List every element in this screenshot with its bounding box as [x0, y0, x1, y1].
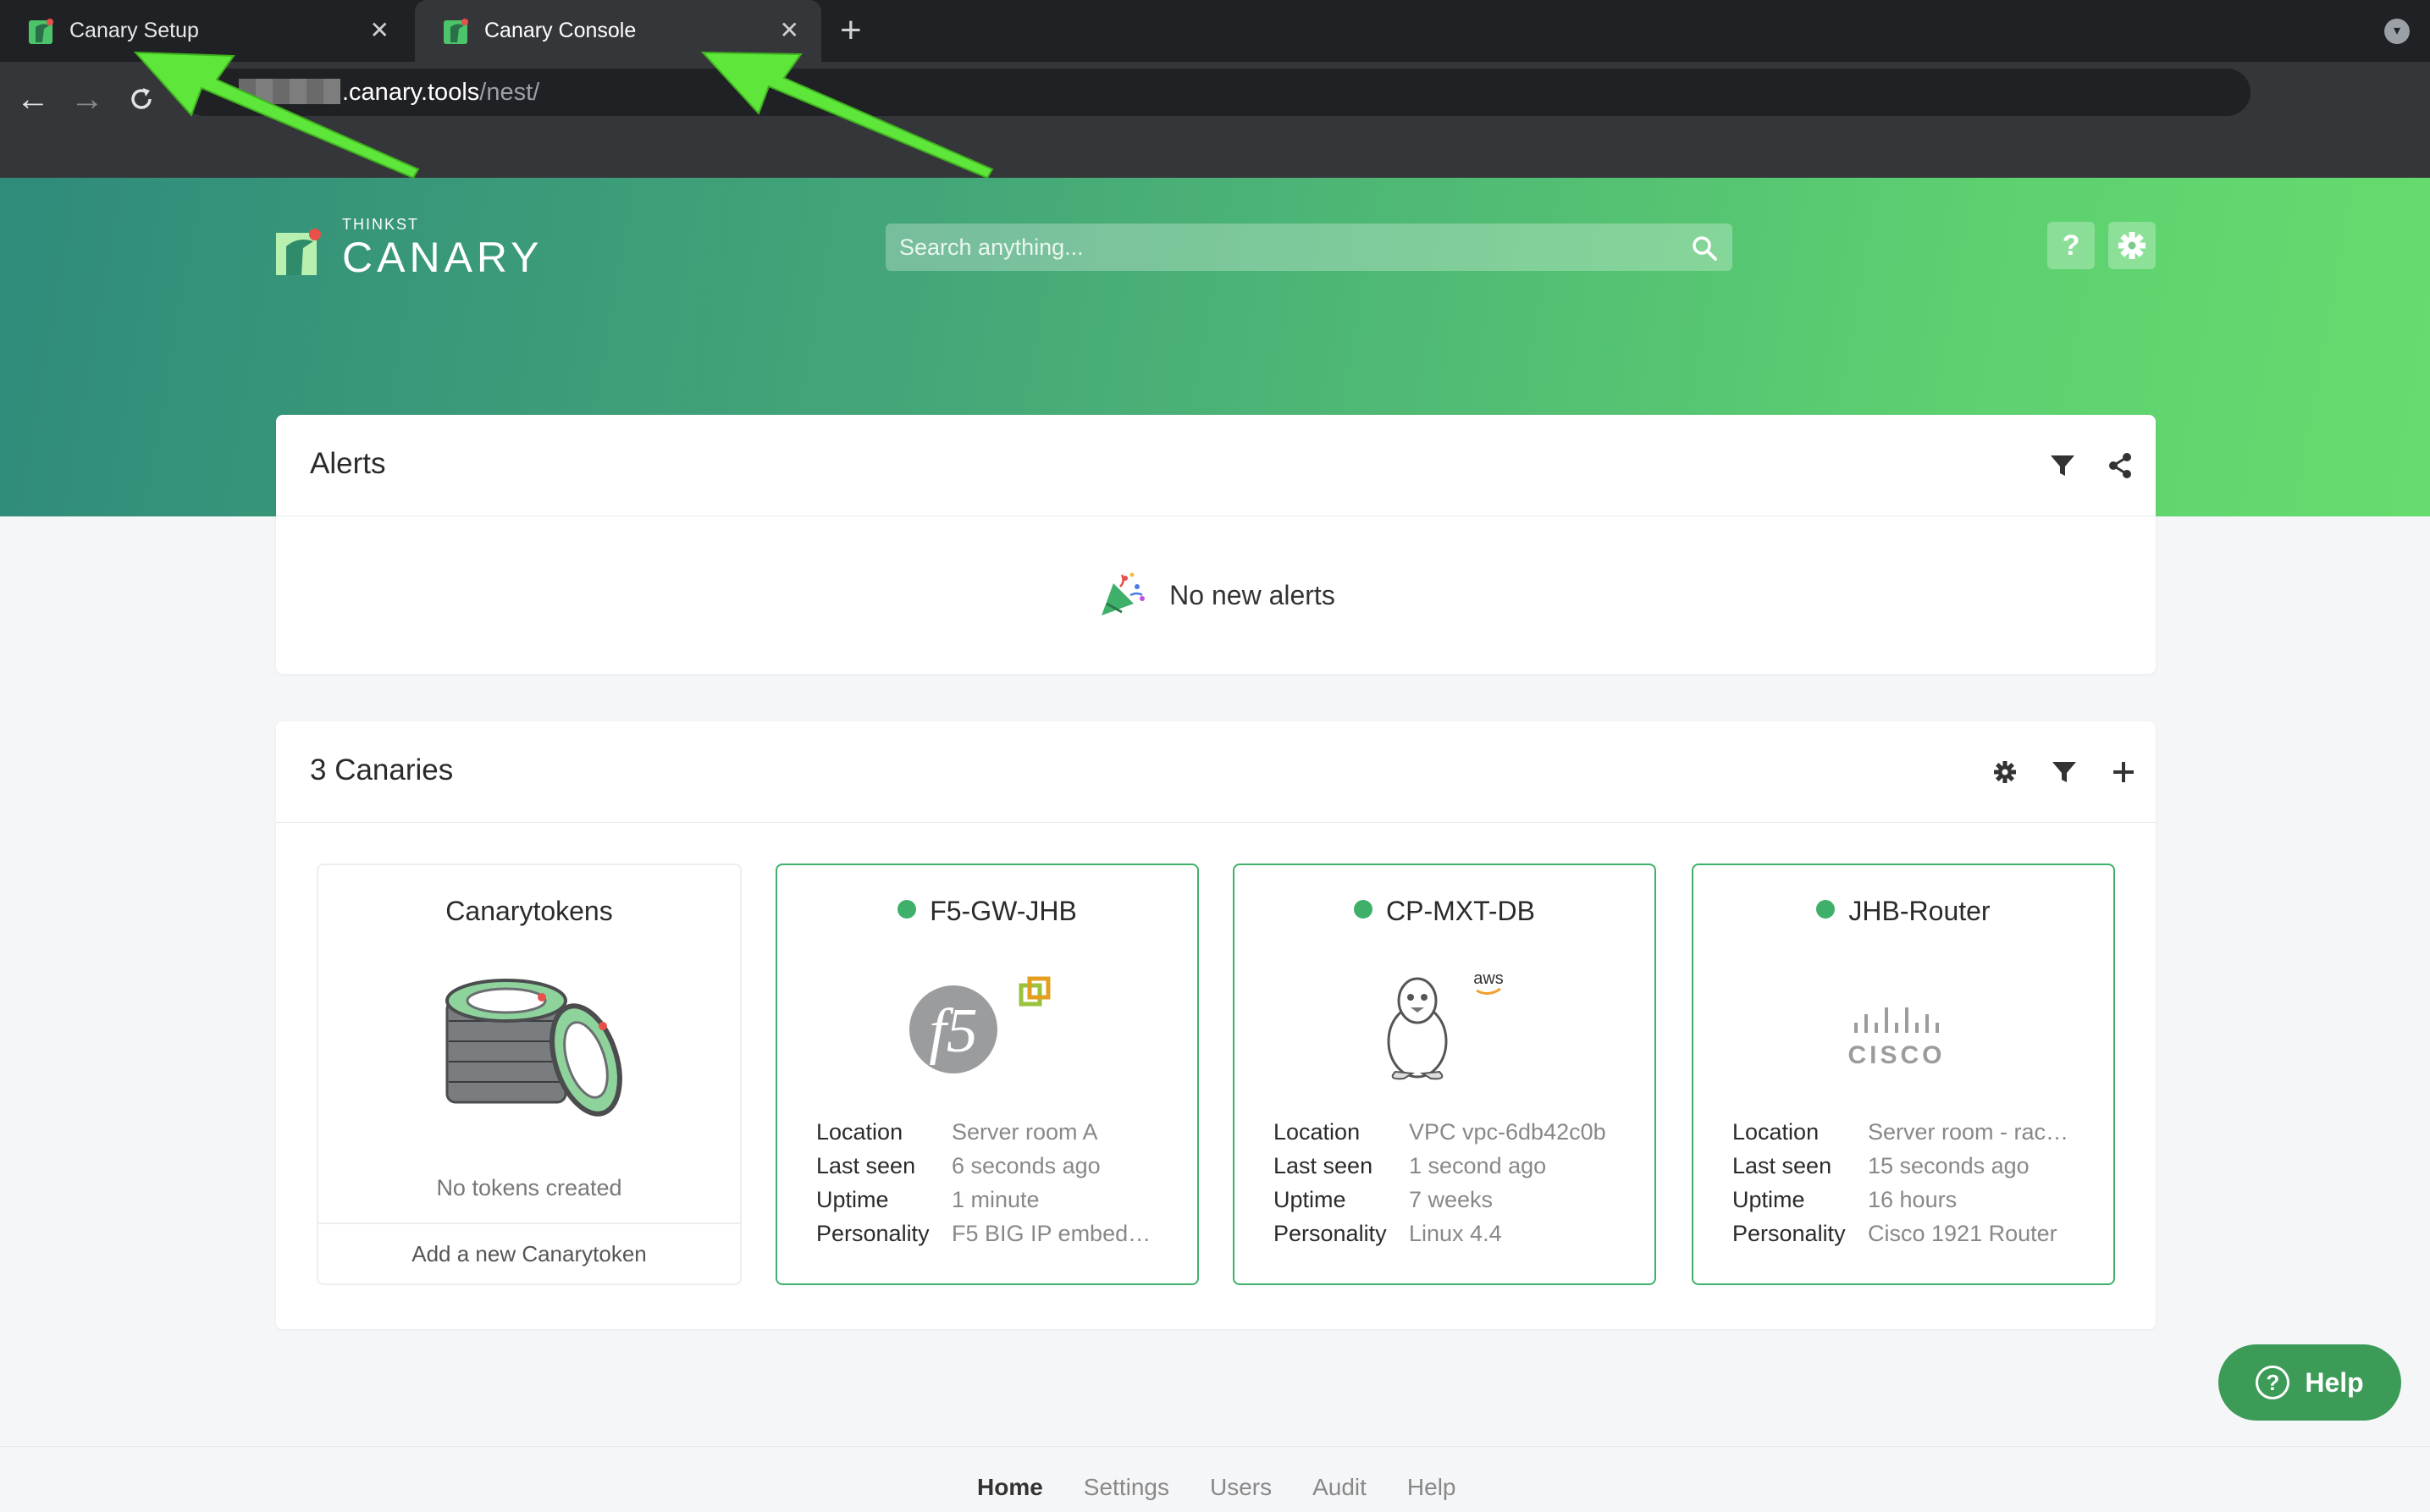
status-dot-icon [897, 900, 917, 919]
footer-link-settings[interactable]: Settings [1084, 1474, 1169, 1501]
f5-logo-icon: f5 [904, 963, 1074, 1082]
help-button[interactable]: ? Help [2218, 1344, 2401, 1421]
share-icon[interactable] [2103, 449, 2137, 483]
device-name: JHB-Router [1693, 896, 2113, 927]
tab-close-icon[interactable]: ✕ [370, 17, 389, 44]
footer-link-help[interactable]: Help [1407, 1474, 1456, 1501]
canaries-title: 3 Canaries [310, 753, 454, 786]
tab-close-icon[interactable]: ✕ [780, 17, 799, 44]
new-tab-plus-icon[interactable]: + [840, 12, 862, 49]
status-dot-icon [1354, 900, 1372, 919]
add-canary-plus-icon[interactable] [2107, 755, 2140, 789]
help-question-button[interactable]: ? [2047, 222, 2095, 269]
last-seen-row: Last seen 6 seconds ago [816, 1153, 1101, 1178]
footer-nav: Home Settings Users Audit Help [977, 1474, 1456, 1501]
canary-logo-mark-icon [276, 228, 322, 275]
uptime-row: Uptime 16 hours [1732, 1187, 1958, 1212]
footer-link-users[interactable]: Users [1210, 1474, 1272, 1501]
question-circle-icon: ? [2256, 1366, 2290, 1399]
settings-gear-button[interactable] [2108, 222, 2156, 269]
search-icon[interactable] [1692, 235, 1717, 261]
no-alerts-text: No new alerts [1169, 579, 1335, 610]
tab-canary-setup[interactable]: Canary Setup ✕ [0, 0, 411, 62]
reload-icon[interactable] [120, 74, 163, 128]
device-card-f5-gw-jhb[interactable]: F5-GW-JHB f5 Location Server room A Last … [776, 864, 1199, 1285]
location-row: Location VPC vpc-6db42c0b [1273, 1119, 1606, 1145]
logo-big-text: CANARY [342, 234, 544, 281]
alerts-panel: Alerts No new alerts [276, 415, 2156, 674]
personality-row: Personality F5 BIG IP embed… [816, 1221, 1151, 1246]
canarytokens-tile[interactable]: Canarytokens No tokens created Add a new… [317, 864, 742, 1285]
uptime-row: Uptime 1 minute [816, 1187, 1040, 1212]
gear-icon[interactable] [1988, 755, 2022, 789]
svg-text:aws: aws [1473, 969, 1504, 988]
tab-canary-console[interactable]: Canary Console ✕ [415, 0, 821, 62]
alerts-header: Alerts [276, 415, 2156, 516]
canaries-header: 3 Canaries [276, 721, 2156, 823]
address-bar[interactable]: .canary.tools/nest/ [181, 69, 2251, 116]
last-seen-row: Last seen 15 seconds ago [1732, 1153, 2030, 1178]
canary-favicon-icon [27, 17, 56, 46]
device-name: F5-GW-JHB [777, 896, 1197, 927]
logo-small-text: THINKST [342, 216, 420, 233]
cisco-logo-icon: CISCO [1820, 963, 1990, 1082]
search-input[interactable] [886, 223, 1732, 271]
no-alerts-message: No new alerts [276, 516, 2156, 674]
filter-icon[interactable] [2046, 449, 2079, 483]
personality-row: Personality Linux 4.4 [1273, 1221, 1502, 1246]
location-row: Location Server room - rac… [1732, 1119, 2069, 1145]
browser-tab-bar: Canary Setup ✕ Canary Console ✕ + ▾ [0, 0, 2430, 62]
canary-favicon-icon [442, 17, 471, 46]
question-icon: ? [2062, 229, 2080, 262]
tab-title: Canary Setup [69, 19, 199, 42]
last-seen-row: Last seen 1 second ago [1273, 1153, 1547, 1178]
device-name: CP-MXT-DB [1234, 896, 1654, 927]
forward-arrow-icon[interactable]: → [66, 74, 108, 124]
filter-icon[interactable] [2047, 755, 2081, 789]
alerts-title: Alerts [310, 447, 386, 480]
uptime-row: Uptime 7 weeks [1273, 1187, 1494, 1212]
canarytokens-title: Canarytokens [445, 896, 613, 926]
footer-link-home[interactable]: Home [977, 1474, 1043, 1501]
tab-search-chevron-down-icon[interactable]: ▾ [2384, 19, 2410, 44]
footer: Home Settings Users Audit Help [0, 1446, 2430, 1512]
help-button-label: Help [2305, 1366, 2364, 1398]
svg-text:CISCO: CISCO [1847, 1041, 1945, 1069]
tab-title: Canary Console [484, 19, 637, 42]
device-card-cp-mxt-db[interactable]: CP-MXT-DB aws Location VPC vpc-6db42c0b L… [1233, 864, 1656, 1285]
personality-row: Personality Cisco 1921 Router [1732, 1221, 2057, 1246]
canary-logo[interactable]: THINKST CANARY [276, 216, 544, 281]
no-tokens-text: No tokens created [436, 1175, 622, 1200]
party-popper-icon [1096, 570, 1147, 621]
add-canarytoken-button[interactable]: Add a new Canarytoken [318, 1222, 740, 1283]
gear-icon [2118, 232, 2146, 259]
browser-toolbar: ← → .canary.tools/nest/ [0, 62, 2430, 178]
url-text: .canary.tools/nest/ [342, 79, 540, 106]
location-row: Location Server room A [816, 1119, 1098, 1145]
device-card-jhb-router[interactable]: JHB-Router CISCO Location Server room - r… [1692, 864, 2115, 1285]
coin-stack-icon [437, 967, 623, 1136]
status-dot-icon [1816, 900, 1836, 919]
canaries-panel: 3 Canaries Canarytokens No tokens create… [276, 721, 2156, 1329]
back-arrow-icon[interactable]: ← [12, 74, 54, 124]
blurred-subdomain [239, 79, 340, 104]
linux-tux-icon: aws [1361, 963, 1531, 1082]
svg-text:f5: f5 [929, 996, 978, 1066]
footer-link-audit[interactable]: Audit [1312, 1474, 1367, 1501]
